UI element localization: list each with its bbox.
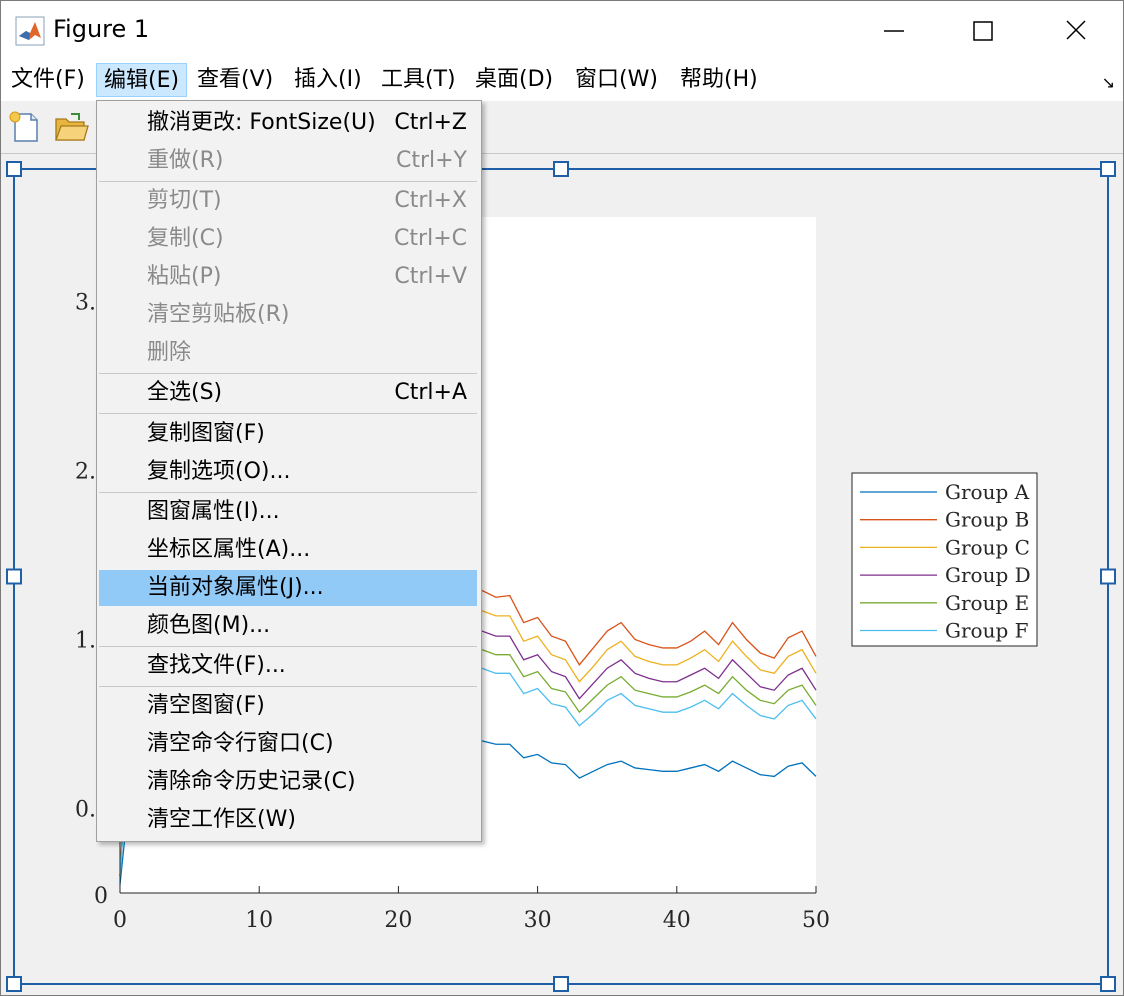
maximize-button[interactable] [937,1,1029,59]
menu-file[interactable]: 文件(F) [4,63,92,97]
legend-label-5: Group F [945,619,1029,643]
y-tick-label: 3. [75,291,96,316]
menu-item-clear-command-history[interactable]: 清除命令历史记录(C) [99,764,477,800]
menu-help[interactable]: 帮助(H) [673,63,765,97]
selection-handle[interactable] [1100,568,1116,585]
menu-view[interactable]: 查看(V) [190,63,280,97]
selection-handle[interactable] [6,976,22,992]
menu-item-clear-workspace[interactable]: 清空工作区(W) [99,802,477,838]
menu-edit[interactable]: 编辑(E) [96,63,188,97]
selection-handle[interactable] [6,568,22,585]
x-tick-label: 30 [524,908,552,933]
menu-window[interactable]: 窗口(W) [568,63,665,97]
menu-separator [99,373,477,374]
menu-item-colormap[interactable]: 颜色图(M)... [99,608,477,644]
minimize-icon [884,30,904,32]
menu-item-undo[interactable]: 撤消更改: FontSize(U) Ctrl+Z [99,105,477,141]
menu-tools[interactable]: 工具(T) [374,63,463,97]
selection-handle[interactable] [553,161,569,177]
menu-separator [99,646,477,647]
dock-icon[interactable]: ↘ [1102,73,1115,92]
edit-dropdown-menu: 撤消更改: FontSize(U) Ctrl+Z 重做(R) Ctrl+Y 剪切… [96,100,482,842]
matlab-logo-icon [15,16,45,46]
x-tick-label: 10 [245,908,273,933]
legend-label-0: Group A [945,480,1030,504]
x-tick-label: 20 [384,908,412,933]
legend-label-1: Group B [945,508,1029,532]
menu-item-figure-properties[interactable]: 图窗属性(I)... [99,494,477,530]
x-tick-label: 50 [802,908,830,933]
minimize-button[interactable] [837,1,929,59]
menu-item-clear-clipboard: 清空剪贴板(R) [147,302,290,327]
legend-label-2: Group C [945,535,1030,559]
open-file-icon[interactable] [53,109,89,145]
menu-item-cut: 剪切(T) Ctrl+X [147,188,467,213]
menu-item-clear-command-window[interactable]: 清空命令行窗口(C) [99,726,477,762]
figure-window: Figure 1 文件(F) 编辑(E) 查看(V) 插入(I) 工具(T) 桌… [0,0,1124,996]
window-title: Figure 1 [53,15,150,43]
menu-desktop[interactable]: 桌面(D) [468,63,560,97]
menu-separator [99,181,477,182]
close-icon [1066,20,1086,40]
x-tick-label: 40 [663,908,691,933]
menu-item-paste: 粘贴(P) Ctrl+V [147,264,467,289]
selection-handle[interactable] [6,161,22,177]
menu-item-axes-properties[interactable]: 坐标区属性(A)... [99,532,477,568]
legend-label-4: Group E [945,591,1029,615]
close-button[interactable] [1031,1,1123,59]
x-tick-label: 0 [113,908,127,933]
selection-handle[interactable] [1100,161,1116,177]
menu-item-current-object-properties[interactable]: 当前对象属性(J)... [99,570,477,606]
menu-bar: 文件(F) 编辑(E) 查看(V) 插入(I) 工具(T) 桌面(D) 窗口(W… [1,59,1123,101]
menu-item-copy: 复制(C) Ctrl+C [147,226,467,251]
menu-item-clear-figure[interactable]: 清空图窗(F) [99,688,477,724]
menu-separator [99,686,477,687]
y-tick-label: 1. [75,629,96,654]
menu-item-copy-options[interactable]: 复制选项(O)... [99,454,477,490]
menu-separator [99,413,477,414]
menu-item-copy-figure[interactable]: 复制图窗(F) [99,416,477,452]
menu-insert[interactable]: 插入(I) [287,63,369,97]
title-bar[interactable]: Figure 1 [1,1,1123,59]
menu-item-delete: 删除 [147,340,192,365]
menu-item-find-files[interactable]: 查找文件(F)... [99,648,477,684]
menu-item-redo: 重做(R) Ctrl+Y [147,148,467,173]
selection-handle[interactable] [1100,976,1116,992]
maximize-icon [973,21,993,41]
y-tick-label: 0 [94,884,108,909]
menu-item-select-all[interactable]: 全选(S) Ctrl+A [99,375,477,411]
legend-label-3: Group D [945,563,1031,587]
new-figure-icon[interactable] [7,109,43,145]
y-tick-label: 2. [75,460,96,485]
y-tick-label: 0. [75,798,96,823]
menu-separator [99,492,477,493]
selection-handle[interactable] [553,976,569,992]
